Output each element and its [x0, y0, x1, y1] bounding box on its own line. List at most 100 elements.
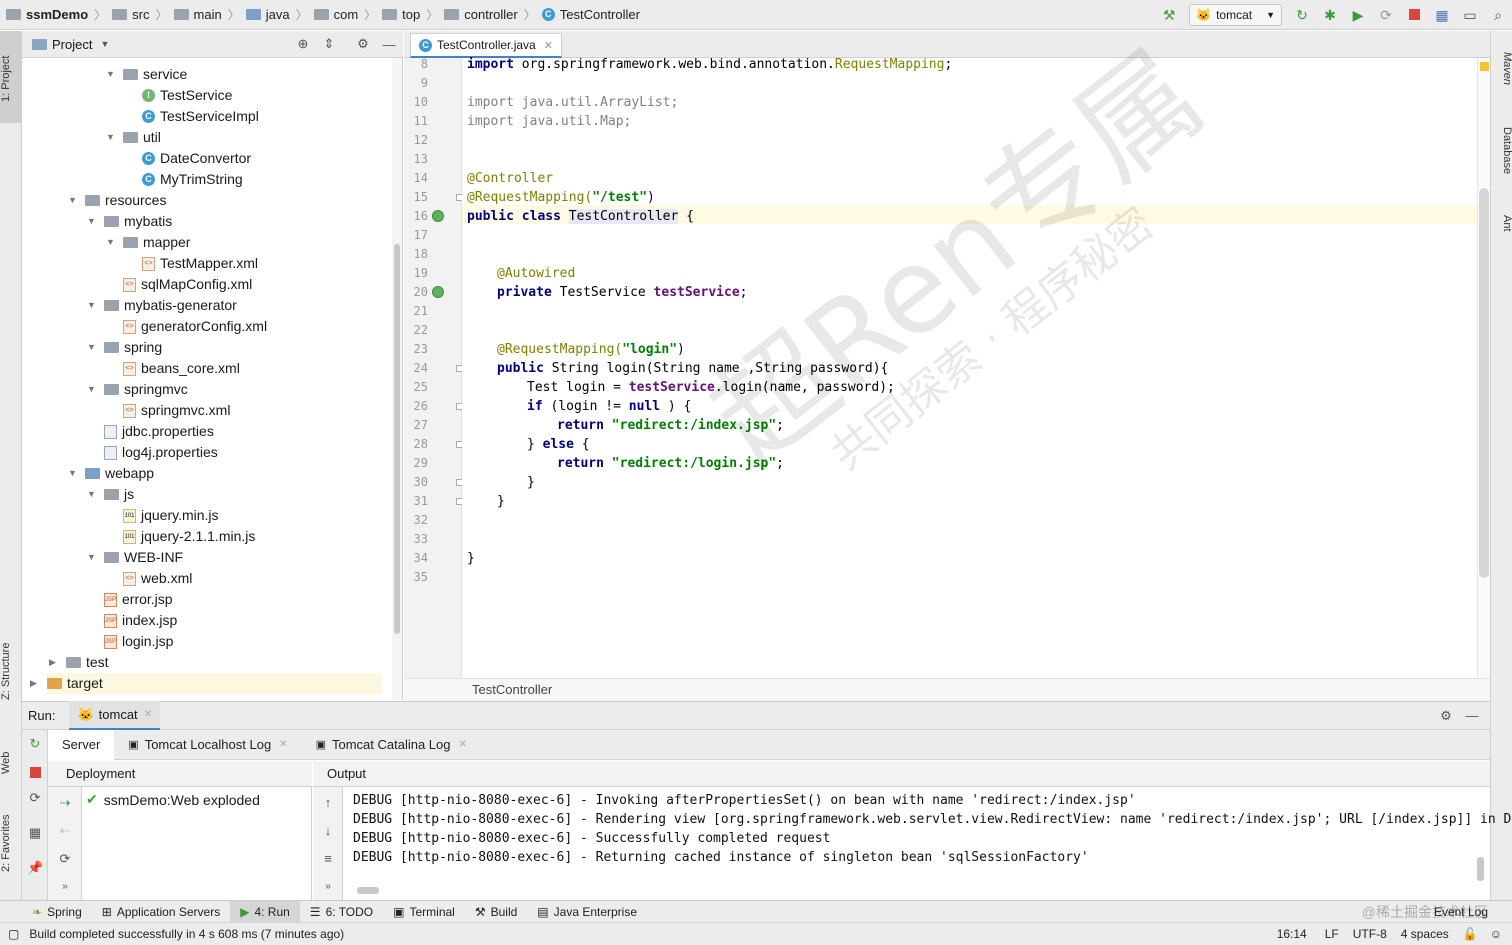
chevron-down-icon[interactable]: ▼ [87, 216, 96, 226]
chevron-down-icon[interactable]: ▼ [106, 132, 115, 142]
bean-marker-icon[interactable] [432, 286, 444, 298]
chevron-down-icon[interactable]: ▼ [87, 342, 96, 352]
breadcrumb-com[interactable]: com 〉 [308, 0, 376, 30]
chevron-down-icon[interactable]: ▼ [87, 384, 96, 394]
chevron-down-icon[interactable]: ▼ [87, 300, 96, 310]
tree-item[interactable]: util [123, 127, 161, 148]
tree-item[interactable]: C TestServiceImpl [142, 106, 259, 127]
search-everywhere-icon[interactable]: ⌕ [1490, 7, 1506, 23]
build-tool-button[interactable]: ⚒ Build [465, 901, 527, 923]
run-config-select[interactable]: 🐱 tomcat ▼ [1189, 3, 1282, 26]
breadcrumb-class[interactable]: C TestController [536, 0, 640, 30]
tree-item[interactable]: service [123, 64, 187, 85]
terminal-window-icon[interactable]: ▭ [1462, 7, 1478, 23]
favorites-tool-tab[interactable]: 2: Favorites [0, 803, 22, 883]
project-scrollbar[interactable] [392, 58, 403, 700]
tree-item[interactable]: I TestService [142, 85, 232, 106]
soft-wrap-icon[interactable]: ≡ [320, 851, 336, 866]
tab-tomcat-catalina-log[interactable]: ▣ Tomcat Catalina Log ✕ [302, 730, 481, 760]
java-enterprise-tool-button[interactable]: ▤ Java Enterprise [527, 901, 647, 923]
build-hammer-icon[interactable]: ⚒ [1161, 7, 1177, 23]
tree-item[interactable]: mybatis [104, 211, 172, 232]
tab-server[interactable]: Server [48, 729, 115, 760]
breadcrumb-src[interactable]: src 〉 [106, 0, 168, 30]
tree-item[interactable]: spring [104, 337, 162, 358]
locate-icon[interactable]: ⊕ [295, 36, 311, 52]
close-icon[interactable]: ✕ [144, 709, 152, 720]
breadcrumb-controller[interactable]: controller 〉 [438, 0, 536, 30]
tree-item[interactable]: WEB-INF [104, 547, 183, 568]
chevron-right-icon[interactable]: ▶ [30, 678, 37, 689]
class-marker-icon[interactable] [432, 210, 444, 222]
hide-icon[interactable]: — [381, 37, 397, 52]
gear-icon[interactable]: ⚙ [355, 36, 371, 52]
terminal-tool-button[interactable]: ▣ Terminal [383, 901, 465, 923]
project-view-select[interactable]: Project [52, 37, 92, 52]
tree-item[interactable]: target [47, 673, 382, 694]
editor-scrollbar[interactable] [1477, 58, 1490, 678]
indent-setting[interactable]: 4 spaces [1401, 927, 1449, 941]
tree-item[interactable]: <> TestMapper.xml [142, 253, 258, 274]
editor-breadcrumb[interactable]: TestController [404, 678, 1490, 701]
arrow-down-icon[interactable]: ↓ [320, 823, 336, 838]
tree-item[interactable]: log4j.properties [104, 442, 218, 463]
tab-tomcat-localhost-log[interactable]: ▣ Tomcat Localhost Log ✕ [114, 730, 301, 760]
ant-tool-tab[interactable]: Ant [1491, 203, 1512, 243]
event-log-tool-button[interactable]: Event Log [1424, 901, 1512, 923]
todo-tool-button[interactable]: ☰ 6: TODO [300, 901, 383, 923]
rerun-icon[interactable]: ↻ [1294, 7, 1310, 23]
hide-icon[interactable]: — [1464, 708, 1480, 723]
run-tab-tomcat[interactable]: 🐱 tomcat ✕ [69, 701, 161, 730]
status-message[interactable]: Build completed successfully in 4 s 608 … [29, 927, 344, 941]
status-window-icon[interactable]: ▢ [8, 927, 19, 941]
profile-icon[interactable]: ⟳ [1378, 7, 1394, 23]
collapse-all-icon[interactable]: ⇕ [321, 36, 337, 52]
breadcrumb-java[interactable]: java 〉 [240, 0, 308, 30]
database-tool-tab[interactable]: Database [1491, 115, 1512, 187]
tree-item[interactable]: JSP error.jsp [104, 589, 173, 610]
tree-item[interactable]: <> generatorConfig.xml [123, 316, 267, 337]
update-icon[interactable]: ⟳ [27, 790, 43, 806]
line-separator[interactable]: LF [1325, 927, 1339, 941]
stop-icon[interactable] [30, 767, 41, 778]
breadcrumb-top[interactable]: top 〉 [376, 0, 438, 30]
close-icon[interactable]: ✕ [279, 739, 287, 750]
tree-item[interactable]: JSP login.jsp [104, 631, 173, 652]
chevron-down-icon[interactable]: ▼ [68, 195, 77, 205]
web-tool-tab[interactable]: Web [0, 741, 22, 785]
tree-item[interactable]: JSP index.jsp [104, 610, 177, 631]
arrow-up-icon[interactable]: ↑ [320, 795, 336, 810]
tree-item[interactable]: mapper [123, 232, 190, 253]
app-servers-tool-button[interactable]: ⊞ Application Servers [92, 901, 230, 923]
chevron-down-icon[interactable]: ▼ [68, 468, 77, 478]
tree-item[interactable]: jdbc.properties [104, 421, 214, 442]
tree-item[interactable]: <> springmvc.xml [123, 400, 230, 421]
output-h-scrollbar[interactable] [357, 887, 379, 894]
close-icon[interactable]: ✕ [458, 739, 466, 750]
tree-item[interactable]: <> web.xml [123, 568, 192, 589]
chevron-down-icon[interactable]: ▼ [106, 237, 115, 247]
chevron-down-icon[interactable]: ▼ [100, 39, 109, 49]
spring-tool-button[interactable]: ❧ Spring [0, 901, 92, 923]
more-icon[interactable]: » [57, 881, 73, 892]
code-editor[interactable]: import org.springframework.web.bind.anno… [462, 25, 1477, 678]
refresh-icon[interactable]: ⟳ [57, 851, 73, 867]
inspector-icon[interactable]: ☺ [1490, 927, 1502, 941]
chevron-down-icon[interactable]: ▼ [106, 69, 115, 79]
close-icon[interactable]: ✕ [544, 39, 553, 52]
gear-icon[interactable]: ⚙ [1438, 708, 1454, 724]
tree-item[interactable]: mybatis-generator [104, 295, 237, 316]
tree-item[interactable]: webapp [85, 463, 154, 484]
output-v-scrollbar[interactable] [1477, 857, 1484, 881]
chevron-down-icon[interactable]: ▼ [87, 552, 96, 562]
breadcrumb-project[interactable]: ssmDemo 〉 [0, 0, 106, 30]
tree-item[interactable]: <> sqlMapConfig.xml [123, 274, 252, 295]
pin-icon[interactable]: 📌 [27, 860, 43, 876]
stop-icon[interactable] [1406, 7, 1422, 23]
tree-item[interactable]: <> beans_core.xml [123, 358, 240, 379]
coverage-icon[interactable]: ▶ [1350, 7, 1366, 23]
tree-item[interactable]: C DateConvertor [142, 148, 251, 169]
debug-icon[interactable]: ✱ [1322, 7, 1338, 23]
tree-item[interactable]: js [104, 484, 134, 505]
breadcrumb-main[interactable]: main 〉 [168, 0, 240, 30]
